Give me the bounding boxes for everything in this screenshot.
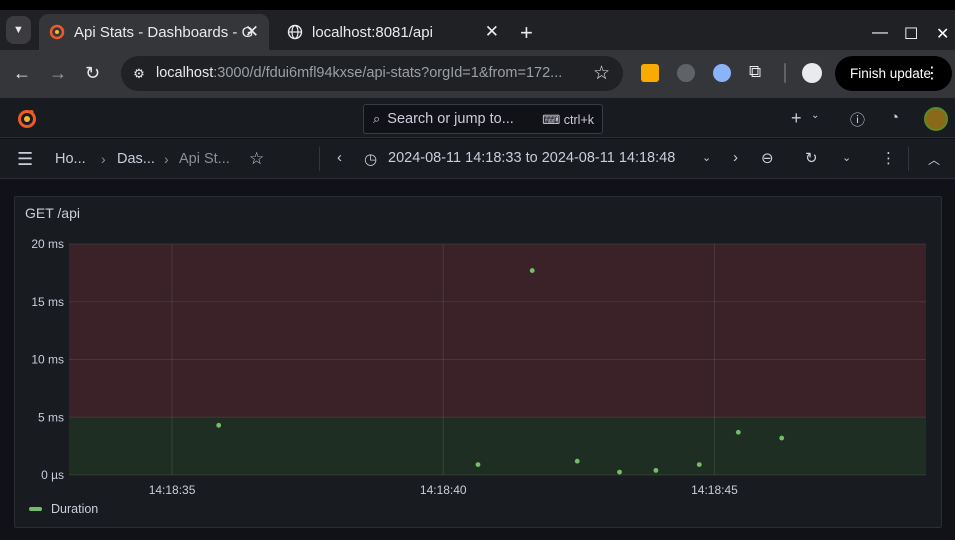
grafana-top-nav: ⌕ Search or jump to... ⌨ ctrl+k + ⌄ ⓘ ◔ [0, 98, 955, 138]
tab-api-stats[interactable]: Api Stats - Dashboards - Grafana ✕ [39, 14, 269, 50]
chevron-down-icon[interactable]: ⌄ [811, 110, 819, 121]
legend[interactable]: Duration [29, 502, 98, 516]
close-tab-icon[interactable]: ✕ [245, 22, 259, 42]
forward-icon[interactable]: → [49, 63, 67, 84]
grafana-icon [49, 24, 65, 40]
search-icon: ⌕ [373, 111, 381, 126]
more-vert-icon[interactable]: ⋮ [881, 149, 896, 167]
url-text[interactable]: localhost:3000/d/fdui6mfl94kxse/api-stat… [156, 65, 581, 81]
chevron-down-icon[interactable]: ⌄ [702, 151, 711, 164]
favorite-star-icon[interactable]: ☆ [249, 149, 264, 169]
y-tick-label: 15 ms [31, 295, 64, 309]
extension-spy-icon[interactable] [677, 64, 695, 82]
data-point [475, 462, 481, 468]
toolbar-divider [784, 63, 786, 83]
browser-toolbar: ← → ↻ ⚙ localhost:3000/d/fdui6mfl94kxse/… [0, 50, 955, 98]
time-range-picker[interactable]: 2024-08-11 14:18:33 to 2024-08-11 14:18:… [388, 150, 675, 166]
menu-icon[interactable]: ☰ [17, 149, 33, 170]
toolbar-divider [319, 147, 320, 171]
close-window-icon[interactable]: ✕ [936, 24, 949, 44]
search-placeholder: Search or jump to... [387, 111, 514, 127]
data-point [574, 458, 580, 464]
zoom-out-icon[interactable]: ⊖ [761, 149, 774, 167]
more-vert-icon[interactable]: ⋮ [924, 63, 940, 83]
tab-search-button[interactable]: ▼ [6, 16, 31, 44]
data-point [617, 469, 622, 475]
x-tick-label: 14:18:40 [420, 483, 467, 497]
tab-localhost-8081[interactable]: localhost:8081/api ✕ [277, 14, 509, 50]
x-tick-label: 14:18:35 [149, 483, 196, 497]
data-point [653, 467, 659, 473]
breadcrumb-dashboards[interactable]: Das... [117, 151, 155, 167]
y-tick-label: 20 ms [31, 237, 64, 251]
chevron-up-icon[interactable]: ︿ [928, 151, 940, 168]
data-point [735, 429, 741, 435]
back-icon[interactable]: ← [13, 63, 31, 84]
grafana-logo-icon[interactable] [16, 108, 38, 134]
chevron-down-icon[interactable]: ⌄ [842, 151, 851, 164]
x-tick-label: 14:18:45 [691, 483, 738, 497]
tab-strip: ▼ Api Stats - Dashboards - Grafana ✕ loc… [0, 10, 955, 50]
breadcrumb-current: Api St... [179, 151, 230, 167]
globe-icon [287, 24, 303, 40]
help-icon[interactable]: ⓘ [850, 109, 865, 130]
keyboard-shortcut: ⌨ ctrl+k [542, 113, 594, 127]
data-point [529, 268, 535, 273]
clock-icon: ◷ [364, 151, 378, 168]
panel-get-api[interactable]: 0 µs 5 ms 10 ms 15 ms 20 ms 14:18:35 14:18:40 1… [14, 196, 942, 528]
maximize-icon[interactable]: ☐ [904, 24, 918, 44]
legend-swatch [29, 507, 42, 511]
extension-wappalyzer-icon[interactable] [713, 64, 731, 82]
reload-icon[interactable]: ↻ [85, 63, 100, 84]
window-top-edge [0, 0, 955, 10]
new-tab-icon[interactable]: + [520, 22, 533, 44]
refresh-icon[interactable]: ↻ [805, 149, 818, 167]
site-info-icon[interactable]: ⚙ [130, 65, 148, 83]
finish-update-label: Finish update [850, 66, 932, 81]
address-bar[interactable]: ⚙ localhost:3000/d/fdui6mfl94kxse/api-st… [121, 56, 623, 91]
toolbar-divider [908, 147, 909, 171]
chevron-down-icon: ▼ [13, 24, 24, 36]
dashboard-toolbar: ☰ Ho... › Das... › Api St... ☆ ‹ ◷ 2024-… [0, 139, 955, 179]
legend-label: Duration [51, 502, 99, 516]
data-point [216, 422, 222, 428]
y-tick-label: 5 ms [38, 410, 64, 424]
time-back-icon[interactable]: ‹ [337, 149, 342, 166]
bookmark-star-icon[interactable]: ☆ [593, 62, 610, 85]
time-forward-icon[interactable]: › [733, 149, 738, 166]
data-point [779, 435, 785, 441]
scatter-chart: 0 µs 5 ms 10 ms 15 ms 20 ms 14:18:35 14:18:40 1… [31, 237, 926, 497]
extensions-puzzle-icon[interactable]: ⧉ [749, 62, 761, 82]
profile-avatar[interactable] [802, 63, 822, 83]
breadcrumb-separator: › [164, 151, 169, 167]
user-avatar[interactable] [924, 107, 948, 131]
add-new-icon[interactable]: + [791, 108, 802, 129]
extension-keep-icon[interactable] [641, 64, 659, 82]
finish-update-button[interactable]: Finish update ⋮ [835, 56, 952, 91]
search-bar[interactable]: ⌕ Search or jump to... ⌨ ctrl+k [363, 104, 603, 134]
breadcrumb-separator: › [101, 151, 106, 167]
tab-title: localhost:8081/api [312, 23, 433, 41]
panel-title: GET /api [25, 205, 80, 221]
y-tick-label: 10 ms [31, 353, 64, 367]
close-tab-icon[interactable]: ✕ [485, 22, 499, 42]
tab-title: Api Stats - Dashboards - Grafana [74, 23, 254, 41]
y-tick-label: 0 µs [41, 468, 64, 482]
threshold-band-green [69, 417, 926, 475]
threshold-band-red [69, 244, 926, 418]
data-point [696, 462, 702, 468]
breadcrumb-home[interactable]: Ho... [55, 151, 86, 167]
news-feed-icon[interactable]: ◔ [890, 109, 899, 126]
minimize-icon[interactable]: — [872, 24, 888, 42]
